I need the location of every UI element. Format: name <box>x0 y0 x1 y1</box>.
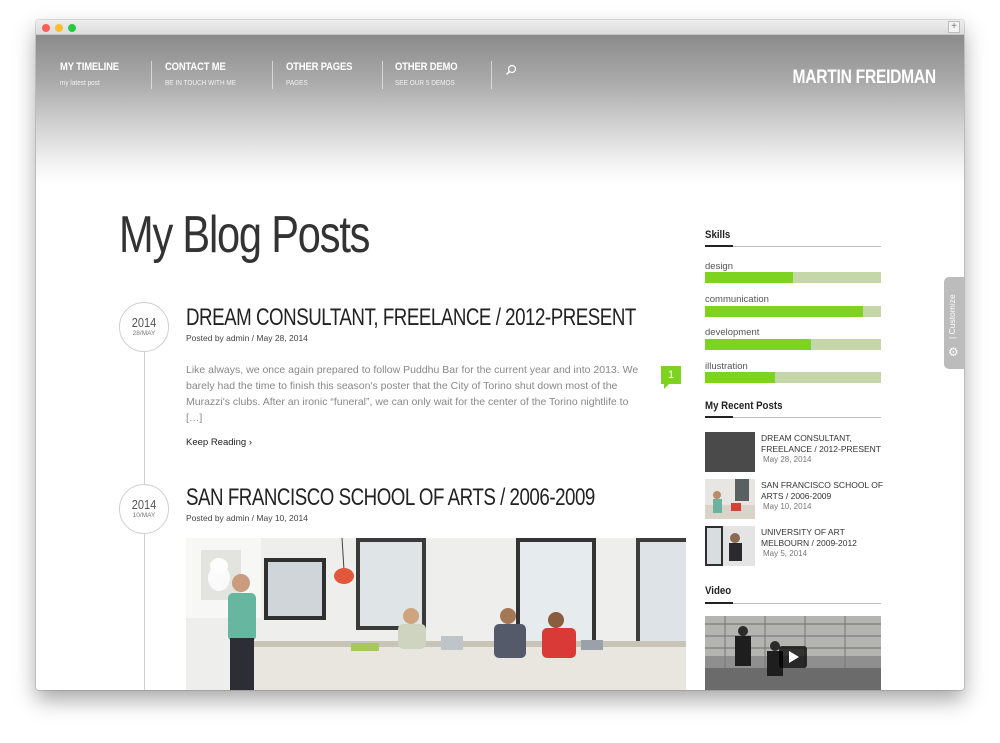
skill-label-illustration: illustration <box>705 361 748 372</box>
site-header: MY TIMELINE my latest post CONTACT ME BE… <box>36 35 964 185</box>
recent-post-thumbnail <box>705 479 755 519</box>
recent-post-date: May 28, 2014 <box>763 455 812 464</box>
nav-item-subtitle: PAGES <box>286 78 308 87</box>
skills-widget-title: Skills <box>705 229 731 241</box>
customize-panel-tab[interactable]: | Customize ⚙ <box>944 277 964 369</box>
nav-item-my-timeline[interactable]: MY TIMELINE my latest post <box>60 61 129 87</box>
nav-item-other-demo[interactable]: OTHER DEMO SEE OUR 5 DEMOS <box>395 61 468 87</box>
customize-label-text: Customize <box>947 294 957 335</box>
post-date-day: 28/MAY <box>132 330 156 337</box>
widget-divider <box>705 416 881 418</box>
close-window-button[interactable] <box>42 24 50 32</box>
nav-divider <box>491 61 492 89</box>
recent-post-thumbnail <box>705 432 755 472</box>
skill-bar-fill <box>705 306 864 317</box>
nav-item-title: CONTACT ME <box>165 61 226 73</box>
post-date-year: 2014 <box>131 497 157 512</box>
post-excerpt: Like always, we once again prepared to f… <box>186 364 639 424</box>
post-date-badge: 2014 28/MAY <box>119 302 169 352</box>
browser-window: + MY TIMELINE my latest post CONTACT ME … <box>36 20 964 690</box>
site-brand[interactable]: MARTIN FREIDMAN <box>793 67 937 89</box>
recent-post-date: May 10, 2014 <box>763 502 812 511</box>
recent-post-thumbnail <box>705 526 755 566</box>
nav-item-contact-me[interactable]: CONTACT ME BE IN TOUCH WITH ME <box>165 61 248 87</box>
post-date-badge: 2014 10/MAY <box>119 484 169 534</box>
recent-post-item[interactable]: UNIVERSITY OF ART MELBOURN / 2009-2012 M… <box>705 526 881 568</box>
skill-label-design: design <box>705 261 733 272</box>
minimize-window-button[interactable] <box>55 24 63 32</box>
recent-post-item[interactable]: SAN FRANCISCO SCHOOL OF ARTS / 2006-2009… <box>705 479 883 521</box>
skill-bar-fill <box>705 372 776 383</box>
post-title-link[interactable]: SAN FRANCISCO SCHOOL OF ARTS / 2006-2009 <box>186 484 595 512</box>
nav-item-title: MY TIMELINE <box>60 61 119 73</box>
nav-item-subtitle: BE IN TOUCH WITH ME <box>165 78 237 87</box>
gear-icon: ⚙ <box>948 345 959 359</box>
search-icon[interactable] <box>505 63 517 75</box>
browser-title-bar: + <box>36 20 964 35</box>
nav-divider <box>382 61 383 89</box>
post-featured-image[interactable] <box>186 538 686 690</box>
video-widget-title: Video <box>705 585 732 597</box>
skill-label-communication: communication <box>705 294 769 305</box>
skill-bar-fill <box>705 272 793 283</box>
nav-item-title: OTHER PAGES <box>286 61 353 73</box>
post-meta: Posted by admin / May 28, 2014 <box>186 333 308 343</box>
widget-divider <box>705 245 881 247</box>
comment-count-badge[interactable]: 1 <box>661 366 681 389</box>
recent-posts-widget-title: My Recent Posts <box>705 400 783 412</box>
nav-item-subtitle: my latest post <box>60 78 100 87</box>
nav-item-title: OTHER DEMO <box>395 61 458 73</box>
nav-item-other-pages[interactable]: OTHER PAGES PAGES <box>286 61 363 87</box>
nav-item-subtitle: SEE OUR 5 DEMOS <box>395 78 455 87</box>
maximize-window-button[interactable] <box>68 24 76 32</box>
recent-post-title: UNIVERSITY OF ART MELBOURN / 2009-2012 <box>761 527 857 548</box>
customize-label: | Customize <box>947 294 957 339</box>
video-player[interactable] <box>705 616 881 690</box>
nav-divider <box>272 61 273 89</box>
post-title-link[interactable]: DREAM CONSULTANT, FREELANCE / 2012-PRESE… <box>186 304 636 332</box>
skill-bar-design <box>705 272 881 283</box>
recent-post-title: DREAM CONSULTANT, FREELANCE / 2012-PRESE… <box>761 433 881 454</box>
post-date-year: 2014 <box>131 315 157 330</box>
recent-post-title: SAN FRANCISCO SCHOOL OF ARTS / 2006-2009 <box>761 480 884 501</box>
widget-divider <box>705 602 881 604</box>
post-date-day: 10/MAY <box>132 512 156 519</box>
skill-bar-development <box>705 339 881 350</box>
skill-bar-fill <box>705 339 811 350</box>
new-tab-button[interactable]: + <box>948 21 960 33</box>
keep-reading-link[interactable]: Keep Reading › <box>186 437 252 448</box>
nav-divider <box>151 61 152 89</box>
page-title: My Blog Posts <box>119 206 370 264</box>
skill-bar-illustration <box>705 372 881 383</box>
play-icon[interactable] <box>779 646 807 668</box>
skill-label-development: development <box>705 327 760 338</box>
post-meta: Posted by admin / May 10, 2014 <box>186 513 308 523</box>
skill-bar-communication <box>705 306 881 317</box>
recent-post-date: May 5, 2014 <box>763 549 808 558</box>
recent-post-item[interactable]: DREAM CONSULTANT, FREELANCE / 2012-PRESE… <box>705 432 881 474</box>
